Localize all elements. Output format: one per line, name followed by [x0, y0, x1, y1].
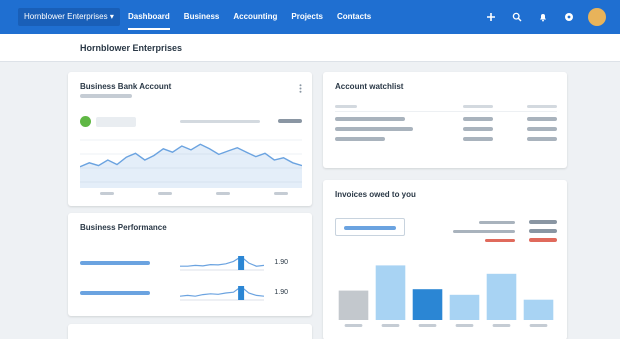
performance-row[interactable]: 1.90	[80, 285, 302, 301]
sparkline-path	[180, 285, 264, 297]
performance-row[interactable]: 1.90	[80, 255, 302, 271]
sparkline	[180, 255, 264, 271]
metric-value: 1.90	[274, 259, 288, 266]
organisation-switcher[interactable]: Hornblower Enterprises ▾	[18, 8, 120, 26]
invoice-summary	[437, 218, 557, 245]
more-options-icon[interactable]	[299, 84, 302, 93]
sparkline-marker	[238, 256, 245, 270]
sparkline	[180, 285, 264, 301]
nav-accounting[interactable]: Accounting	[233, 0, 277, 34]
summary-row[interactable]	[437, 227, 557, 236]
invoice-bar	[338, 290, 369, 320]
table-row[interactable]	[335, 134, 557, 144]
top-navigation-bar: Hornblower Enterprises ▾ Dashboard Busin…	[0, 0, 620, 34]
bar-label-placeholder	[492, 324, 511, 327]
table-row[interactable]	[335, 114, 557, 124]
bar-label-placeholder	[381, 324, 400, 327]
reconcile-button[interactable]	[96, 117, 136, 127]
balance-value-placeholder	[278, 119, 302, 123]
toolbar-icons	[476, 0, 606, 34]
check-circle-icon	[80, 116, 91, 127]
invoice-bar	[412, 289, 443, 320]
summary-row[interactable]	[437, 218, 557, 227]
avatar[interactable]	[588, 8, 606, 26]
metric-label-link[interactable]	[80, 261, 150, 265]
invoice-bar	[449, 294, 480, 320]
sparkline-marker	[238, 286, 245, 300]
nav-projects[interactable]: Projects	[291, 0, 323, 34]
search-icon[interactable]	[506, 0, 528, 34]
axis-tick	[158, 192, 172, 195]
bar-label-placeholder	[418, 324, 437, 327]
additional-card	[68, 324, 312, 339]
balance-line-chart	[80, 139, 302, 188]
page-title: Hornblower Enterprises	[80, 43, 183, 53]
page-header: Hornblower Enterprises	[0, 34, 620, 62]
bar-label-placeholder	[344, 324, 363, 327]
card-title[interactable]: Invoices owed to you	[335, 190, 416, 199]
nav-business[interactable]: Business	[184, 0, 220, 34]
summary-row-overdue[interactable]	[437, 236, 557, 245]
table-row[interactable]	[335, 124, 557, 134]
metric-label-link[interactable]	[80, 291, 150, 295]
axis-tick	[274, 192, 288, 195]
invoices-owed-card: Invoices owed to you	[323, 180, 567, 339]
metric-value: 1.90	[274, 289, 288, 296]
business-performance-card: Business Performance 1.90 1.90	[68, 213, 312, 316]
card-title[interactable]: Business Bank Account	[80, 82, 171, 91]
reconcile-row	[80, 116, 302, 128]
invoices-bar-chart	[338, 265, 554, 327]
balance-area	[80, 144, 302, 188]
axis-tick	[216, 192, 230, 195]
account-number-placeholder	[80, 94, 132, 98]
chart-x-axis	[80, 192, 302, 198]
watchlist-table	[335, 102, 557, 144]
axis-tick	[100, 192, 114, 195]
new-invoice-button[interactable]	[335, 218, 405, 236]
card-title[interactable]: Business Performance	[80, 223, 167, 232]
card-title[interactable]: Account watchlist	[335, 82, 403, 91]
account-watchlist-card: Account watchlist	[323, 72, 567, 168]
main-nav: Dashboard Business Accounting Projects C…	[128, 0, 385, 34]
table-header	[335, 102, 557, 112]
plus-icon[interactable]	[480, 0, 502, 34]
bar-label-placeholder	[455, 324, 474, 327]
invoice-bar	[523, 299, 554, 320]
bell-icon[interactable]	[532, 0, 554, 34]
sparkline-path	[180, 255, 264, 267]
help-icon[interactable]	[558, 0, 580, 34]
invoice-bar	[375, 265, 406, 320]
bar-label-placeholder	[529, 324, 548, 327]
statement-balance-placeholder	[180, 120, 260, 123]
nav-dashboard[interactable]: Dashboard	[128, 0, 170, 34]
bank-account-card: Business Bank Account	[68, 72, 312, 206]
nav-contacts[interactable]: Contacts	[337, 0, 371, 34]
invoice-bar	[486, 273, 517, 320]
